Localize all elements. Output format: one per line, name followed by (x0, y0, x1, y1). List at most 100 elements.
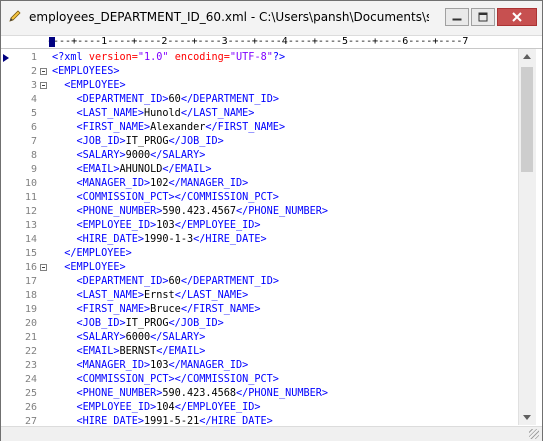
title-bar[interactable]: employees_DEPARTMENT_ID_60.xml - C:\User… (1, 1, 542, 36)
code-token: </MANAGER_ID> (168, 360, 249, 371)
code-text: <FIRST_NAME>Bruce</FIRST_NAME> (52, 303, 261, 317)
code-line[interactable]: 13 <EMPLOYEE_ID>103</EMPLOYEE_ID> (1, 219, 517, 233)
line-number: 24 (24, 374, 37, 385)
scrollbar-thumb[interactable] (521, 67, 533, 172)
code-line[interactable]: 15 </EMPLOYEE> (1, 247, 517, 261)
code-token: </SALARY> (150, 332, 206, 343)
code-line[interactable]: 3 <EMPLOYEE> (1, 79, 517, 93)
code-line[interactable]: 1 <?xml version="1.0" encoding="UTF-8"?> (1, 51, 517, 65)
code-line[interactable]: 11 <COMMISSION_PCT></COMMISSION_PCT> (1, 191, 517, 205)
code-text: <COMMISSION_PCT></COMMISSION_PCT> (52, 191, 279, 205)
code-line[interactable]: 14 <HIRE_DATE>1990-1-3</HIRE_DATE> (1, 233, 517, 247)
line-number: 2 (30, 66, 37, 77)
code-line[interactable]: 10 <MANAGER_ID>102</MANAGER_ID> (1, 177, 517, 191)
line-number: 12 (24, 206, 37, 217)
code-token: IT_PROG (125, 136, 169, 147)
maximize-button[interactable] (471, 8, 495, 26)
code-token: <FIRST_NAME> (52, 304, 151, 315)
code-token: </COMMISSION_PCT> (174, 374, 279, 385)
code-line[interactable]: 26 <EMPLOYEE_ID>104</EMPLOYEE_ID> (1, 401, 517, 415)
code-token: ?> (272, 52, 286, 63)
code-line[interactable]: 8 <SALARY>9000</SALARY> (1, 149, 517, 163)
scroll-up-icon[interactable] (523, 54, 531, 59)
line-number: 5 (30, 108, 37, 119)
code-line[interactable]: 23 <MANAGER_ID>103</MANAGER_ID> (1, 359, 517, 373)
code-text: <DEPARTMENT_ID>60</DEPARTMENT_ID> (52, 275, 279, 289)
close-button[interactable] (497, 8, 537, 26)
fold-toggle-icon[interactable] (40, 82, 47, 89)
code-token: <LAST_NAME> (52, 290, 145, 301)
code-line[interactable]: 5 <LAST_NAME>Hunold</LAST_NAME> (1, 107, 517, 121)
code-text: <EMPLOYEE> (52, 79, 125, 93)
code-token: "1.0" (137, 52, 169, 63)
code-token: Hunold (144, 108, 181, 119)
code-token: 103 (150, 360, 169, 371)
code-token: </LAST_NAME> (180, 108, 255, 119)
ruler-cursor-marker (49, 37, 55, 47)
code-text: <LAST_NAME>Hunold</LAST_NAME> (52, 107, 255, 121)
line-number: 3 (30, 80, 37, 91)
code-text: <LAST_NAME>Ernst</LAST_NAME> (52, 289, 249, 303)
code-token: </PHONE_NUMBER> (236, 206, 329, 217)
code-line[interactable]: 22 <EMAIL>BERNST</EMAIL> (1, 345, 517, 359)
code-token: Ernst (144, 290, 175, 301)
code-text: <EMPLOYEE_ID>104</EMPLOYEE_ID> (52, 401, 261, 415)
code-line[interactable]: 20 <JOB_ID>IT_PROG</JOB_ID> (1, 317, 517, 331)
code-token: </EMPLOYEE_ID> (174, 220, 261, 231)
code-token: encoding= (168, 52, 230, 63)
code-text: <EMPLOYEE_ID>103</EMPLOYEE_ID> (52, 219, 261, 233)
code-area[interactable]: 1 <?xml version="1.0" encoding="UTF-8"?> 2… (1, 49, 517, 426)
fold-toggle-icon[interactable] (40, 68, 47, 75)
line-number: 21 (24, 332, 37, 343)
code-token: 590.423.4567 (162, 206, 237, 217)
code-token: <EMPLOYEE> (52, 262, 126, 273)
code-text: <EMPLOYEES> (52, 65, 119, 79)
code-token: </DEPARTMENT_ID> (180, 276, 279, 287)
code-token: <EMPLOYEE_ID> (52, 402, 157, 413)
line-number: 22 (24, 346, 37, 357)
code-token: "UTF-8" (229, 52, 273, 63)
scroll-down-icon[interactable] (523, 415, 531, 420)
code-text: <EMAIL>BERNST</EMAIL> (52, 345, 206, 359)
code-token: 6000 (125, 332, 151, 343)
code-line[interactable]: 25 <PHONE_NUMBER>590.423.4568</PHONE_NUM… (1, 387, 517, 401)
code-line[interactable]: 9 <EMAIL>AHUNOLD</EMAIL> (1, 163, 517, 177)
code-text: <SALARY>9000</SALARY> (52, 149, 206, 163)
code-token: <?xml (52, 52, 89, 63)
code-token: </PHONE_NUMBER> (236, 388, 329, 399)
code-token: <PHONE_NUMBER> (52, 206, 163, 217)
code-token: 590.423.4568 (162, 388, 237, 399)
resize-grip-icon[interactable] (529, 429, 539, 439)
code-token: <SALARY> (52, 332, 126, 343)
code-text: <?xml version="1.0" encoding="UTF-8"?> (52, 51, 285, 65)
code-token: </HIRE_DATE> (193, 234, 267, 245)
code-line[interactable]: 6 <FIRST_NAME>Alexander</FIRST_NAME> (1, 121, 517, 135)
minimize-button[interactable] (445, 8, 469, 26)
code-line[interactable]: 18 <LAST_NAME>Ernst</LAST_NAME> (1, 289, 517, 303)
code-line[interactable]: 19 <FIRST_NAME>Bruce</FIRST_NAME> (1, 303, 517, 317)
code-token: <HIRE_DATE> (52, 234, 145, 245)
code-line[interactable]: 12 <PHONE_NUMBER>590.423.4567</PHONE_NUM… (1, 205, 517, 219)
line-number: 20 (24, 318, 37, 329)
line-number: 13 (24, 220, 37, 231)
code-line[interactable]: 17 <DEPARTMENT_ID>60</DEPARTMENT_ID> (1, 275, 517, 289)
code-line[interactable]: 2 <EMPLOYEES> (1, 65, 517, 79)
code-token: </LAST_NAME> (174, 290, 249, 301)
code-token: AHUNOLD (119, 164, 163, 175)
code-token: 9000 (125, 150, 151, 161)
code-line[interactable]: 24 <COMMISSION_PCT></COMMISSION_PCT> (1, 373, 517, 387)
code-line[interactable]: 4 <DEPARTMENT_ID>60</DEPARTMENT_ID> (1, 93, 517, 107)
code-token: 102 (150, 178, 169, 189)
code-token: </EMAIL> (162, 164, 212, 175)
code-line[interactable]: 7 <JOB_ID>IT_PROG</JOB_ID> (1, 135, 517, 149)
fold-toggle-icon[interactable] (40, 264, 47, 271)
vertical-scrollbar[interactable] (518, 49, 536, 425)
code-line[interactable]: 16 <EMPLOYEE> (1, 261, 517, 275)
code-text: <COMMISSION_PCT></COMMISSION_PCT> (52, 373, 279, 387)
code-line[interactable]: 27 <HIRE_DATE>1991-5-21</HIRE_DATE> (1, 415, 517, 426)
code-token: <SALARY> (52, 150, 126, 161)
code-line[interactable]: 21 <SALARY>6000</SALARY> (1, 331, 517, 345)
code-text: <HIRE_DATE>1990-1-3</HIRE_DATE> (52, 233, 267, 247)
code-token: IT_PROG (125, 318, 169, 329)
current-line-marker-icon (3, 54, 9, 62)
